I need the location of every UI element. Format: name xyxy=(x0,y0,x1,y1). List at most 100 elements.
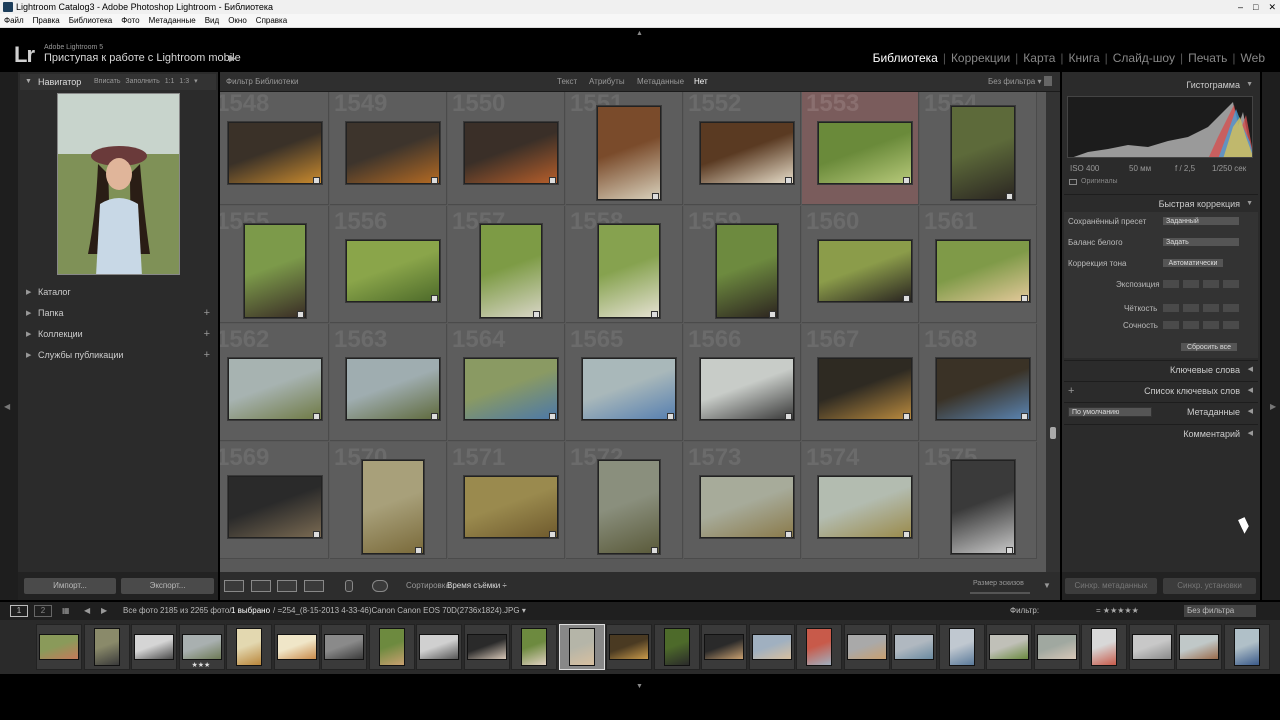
quick-develop-header[interactable]: Быстрая коррекция ▼ xyxy=(1064,194,1258,212)
add-collection-icon[interactable]: + xyxy=(204,325,210,344)
module-develop[interactable]: Коррекции xyxy=(946,51,1015,65)
window-2-button[interactable]: 2 xyxy=(34,605,52,617)
photo-thumbnail[interactable] xyxy=(228,476,322,538)
filmstrip-source[interactable]: Все фото xyxy=(123,602,158,620)
photo-thumbnail[interactable] xyxy=(818,122,912,184)
painter-icon[interactable] xyxy=(345,580,353,592)
folders-section[interactable]: ▶ Папка + xyxy=(22,304,216,323)
add-keyword-icon[interactable]: + xyxy=(1068,382,1074,400)
module-slideshow[interactable]: Слайд-шоу xyxy=(1108,51,1180,65)
minimize-button[interactable]: – xyxy=(1238,0,1243,14)
filmstrip-item[interactable] xyxy=(1033,624,1080,670)
expand-arrow-icon[interactable]: ◀ xyxy=(1248,382,1253,400)
photo-thumbnail[interactable] xyxy=(818,240,912,302)
photo-thumbnail[interactable] xyxy=(464,476,558,538)
grid-cell[interactable]: 1551 xyxy=(566,92,683,205)
grid-cell[interactable]: 1570 xyxy=(330,442,447,559)
grid-cell[interactable]: 1556 xyxy=(330,206,447,323)
mobile-prompt-arrow-icon[interactable]: ▶ xyxy=(229,53,236,64)
photo-thumbnail[interactable] xyxy=(362,460,424,554)
photo-thumbnail[interactable] xyxy=(228,122,322,184)
vibrance-buttons[interactable] xyxy=(1162,320,1240,330)
filmstrip-item[interactable] xyxy=(796,624,842,670)
grid-cell[interactable]: 1569 xyxy=(220,442,329,559)
photo-thumbnail[interactable] xyxy=(951,106,1015,200)
photo-thumbnail[interactable] xyxy=(464,122,558,184)
originals-checkbox[interactable] xyxy=(1069,179,1077,185)
module-print[interactable]: Печать xyxy=(1183,51,1232,65)
histogram-header[interactable]: Гистограмма ▼ xyxy=(1064,76,1258,94)
collapse-arrow-icon[interactable]: ▼ xyxy=(25,74,32,90)
grid-cell[interactable]: 1559 xyxy=(684,206,801,323)
expand-arrow-icon[interactable]: ◀ xyxy=(1248,425,1253,443)
compare-view-icon[interactable] xyxy=(277,580,297,592)
photo-thumbnail[interactable] xyxy=(597,106,661,200)
grid-cell[interactable]: 1558 xyxy=(566,206,683,323)
grid-cell[interactable]: 1574 xyxy=(802,442,919,559)
module-web[interactable]: Web xyxy=(1236,51,1270,65)
collapse-arrow-icon[interactable]: ▼ xyxy=(1246,76,1253,94)
filmstrip-item[interactable] xyxy=(843,624,890,670)
module-map[interactable]: Карта xyxy=(1018,51,1060,65)
saved-preset-select[interactable]: Заданный xyxy=(1162,216,1240,226)
photo-thumbnail[interactable] xyxy=(598,460,660,554)
filmstrip-item[interactable] xyxy=(1223,624,1270,670)
collections-section[interactable]: ▶ Коллекции + xyxy=(22,325,216,344)
photo-thumbnail[interactable] xyxy=(480,224,542,318)
module-book[interactable]: Книга xyxy=(1064,51,1105,65)
filmstrip-item[interactable] xyxy=(748,624,795,670)
menu-window[interactable]: Окно xyxy=(228,16,247,25)
filmstrip-item[interactable] xyxy=(1081,624,1127,670)
forward-arrow-icon[interactable]: ▶ xyxy=(101,602,107,620)
photo-thumbnail[interactable] xyxy=(818,358,912,420)
menu-help[interactable]: Справка xyxy=(256,16,287,25)
photo-thumbnail[interactable] xyxy=(700,358,794,420)
filter-preset-select[interactable]: Без фильтра ▾ xyxy=(988,72,1041,92)
grid-cell[interactable]: 1549 xyxy=(330,92,447,205)
filmstrip-item[interactable]: ★★★ xyxy=(178,624,225,670)
module-library[interactable]: Библиотека xyxy=(868,51,943,65)
window-1-button[interactable]: 1 xyxy=(10,605,28,617)
filmstrip-item[interactable] xyxy=(1128,624,1175,670)
survey-view-icon[interactable] xyxy=(304,580,324,592)
filmstrip-item[interactable] xyxy=(226,624,272,670)
close-button[interactable]: ✕ xyxy=(1268,0,1276,14)
filmstrip-filter-select[interactable]: Без фильтра xyxy=(1184,605,1256,617)
add-publish-service-icon[interactable]: + xyxy=(204,346,210,365)
photo-thumbnail[interactable] xyxy=(244,224,306,318)
filmstrip-item[interactable] xyxy=(36,624,82,670)
mobile-prompt[interactable]: Приступая к работе с Lightroom mobile xyxy=(44,52,241,64)
filmstrip-item[interactable] xyxy=(1176,624,1222,670)
expand-arrow-icon[interactable]: ▶ xyxy=(26,325,31,344)
grid-scrollbar-thumb[interactable] xyxy=(1050,427,1056,439)
grid-scrollbar[interactable] xyxy=(1046,92,1060,572)
import-button[interactable]: Импорт... xyxy=(24,578,116,594)
photo-thumbnail[interactable] xyxy=(700,122,794,184)
filmstrip-item[interactable] xyxy=(321,624,367,670)
toolbar-menu-icon[interactable]: ▼ xyxy=(1043,581,1051,590)
navigator-zoom-options[interactable]: Вписать Заполнить 1:1 1:3 ▾ xyxy=(94,74,198,90)
left-panel-toggle-icon[interactable]: ◀ xyxy=(4,402,10,411)
grid-cell[interactable]: 1557 xyxy=(448,206,565,323)
grid-cell[interactable]: 1550 xyxy=(448,92,565,205)
expand-arrow-icon[interactable]: ◀ xyxy=(1248,403,1253,421)
grid-cell[interactable]: 1548 xyxy=(220,92,329,205)
photo-thumbnail[interactable] xyxy=(346,122,440,184)
grid-cell[interactable]: 1560 xyxy=(802,206,919,323)
comments-header[interactable]: Комментарий ◀ xyxy=(1064,424,1258,442)
photo-thumbnail[interactable] xyxy=(346,358,440,420)
grid-icon[interactable]: ▦ xyxy=(62,602,70,620)
grid-cell[interactable]: 1562 xyxy=(220,324,329,441)
metadata-header[interactable]: По умолчанию Метаданные ◀ xyxy=(1064,402,1258,420)
clarity-buttons[interactable] xyxy=(1162,303,1240,313)
grid-cell[interactable]: 1561 xyxy=(920,206,1037,323)
filter-tab-attribute[interactable]: Атрибуты xyxy=(589,72,625,92)
filmstrip-filename[interactable]: / =254_(8-15-2013 4-33-46)Canon Canon EO… xyxy=(273,602,526,620)
keyword-list-header[interactable]: + Список ключевых слов ◀ xyxy=(1064,381,1258,399)
top-panel-toggle-icon[interactable]: ▲ xyxy=(636,30,643,37)
filter-tab-none[interactable]: Нет xyxy=(694,72,708,92)
grid-cell[interactable]: 1552 xyxy=(684,92,801,205)
loupe-view-icon[interactable] xyxy=(251,580,271,592)
filmstrip-item[interactable] xyxy=(416,624,462,670)
filmstrip-item[interactable] xyxy=(986,624,1032,670)
